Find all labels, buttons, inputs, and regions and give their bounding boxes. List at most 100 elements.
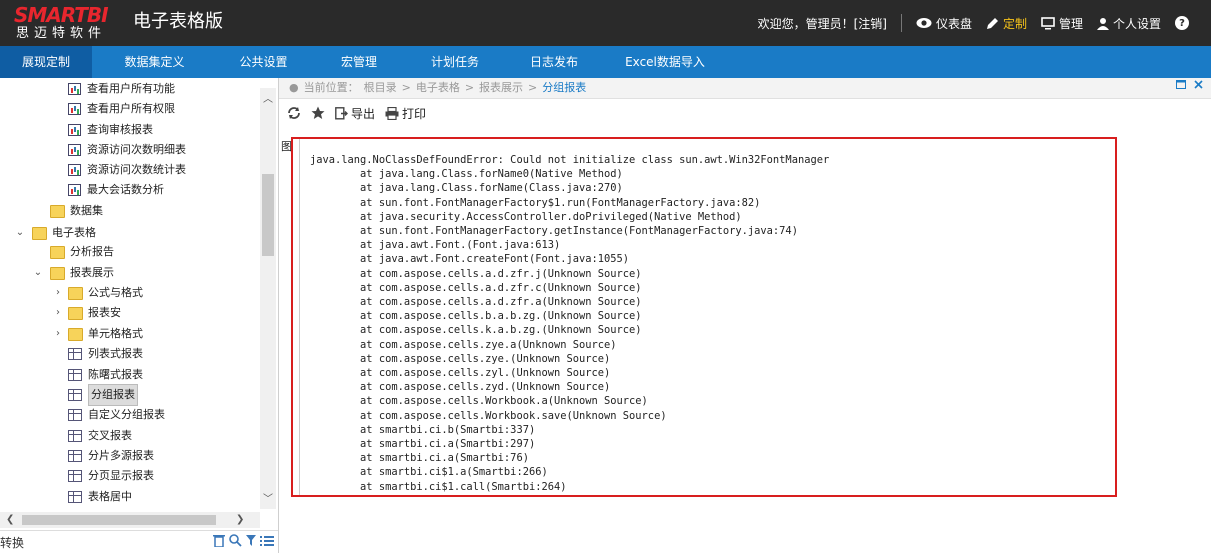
eye-icon [916, 18, 932, 28]
nav-item-common-settings[interactable]: 公共设置 [217, 46, 310, 78]
logo-main-text: SMARTBI [14, 3, 109, 27]
customize-link[interactable]: 定制 [986, 15, 1027, 32]
tree-horizontal-scrollbar[interactable]: ❮ ❯ [0, 512, 260, 528]
tree-item[interactable]: 表格居中 [68, 487, 132, 507]
logo-sub-text: 思迈特软件 [16, 26, 107, 41]
tree-item[interactable]: 数据集 [50, 201, 103, 221]
table-report-icon [68, 491, 82, 503]
main-nav: 展现定制 数据集定义 公共设置 宏管理 计划任务 日志发布 Excel数据导入 [0, 46, 1211, 78]
nav-item-macro[interactable]: 宏管理 [310, 46, 408, 78]
table-report-icon [68, 348, 82, 360]
tree-item[interactable]: › 公式与格式 [52, 283, 143, 303]
customize-label: 定制 [1002, 16, 1027, 31]
scrollbar-thumb[interactable] [262, 174, 274, 256]
breadcrumb-sep: > [528, 81, 538, 94]
scrollbar-thumb[interactable] [22, 515, 216, 525]
resource-tree-panel: 查看用户所有功能 查看用户所有权限 查询审核报表 资源访问次数明细表 资源访问次… [0, 78, 279, 553]
report-icon [68, 164, 81, 176]
scroll-left-icon[interactable]: ❮ [6, 512, 14, 528]
breadcrumb-current: 分组报表 [542, 81, 587, 94]
dashboard-link[interactable]: 仪表盘 [916, 15, 972, 32]
table-report-icon [68, 409, 82, 421]
report-icon [68, 103, 81, 115]
chevron-down-icon[interactable]: ⌄ [32, 263, 44, 283]
manage-label: 管理 [1058, 16, 1083, 31]
tree-item-selected[interactable]: 分组报表 [68, 384, 138, 406]
folder-icon [68, 306, 83, 320]
nav-item-schedule[interactable]: 计划任务 [408, 46, 502, 78]
chevron-right-icon[interactable]: › [52, 303, 64, 323]
help-icon[interactable]: ? [1175, 16, 1189, 30]
tree-item[interactable]: › 报表安 [52, 303, 121, 323]
welcome-text[interactable]: 欢迎您，管理员！[注销] [758, 15, 887, 32]
breadcrumb-path: ● 当前位置： 根目录 > 电子表格 > 报表展示 > 分组报表 [289, 78, 586, 98]
tree-item[interactable]: 最大会话数分析 [68, 180, 164, 200]
list-icon[interactable] [260, 534, 274, 547]
resource-tree: 查看用户所有功能 查看用户所有权限 查询审核报表 资源访问次数明细表 资源访问次… [0, 78, 260, 509]
window-controls [1176, 80, 1203, 89]
close-icon[interactable] [1194, 80, 1203, 89]
maximize-icon[interactable] [1176, 80, 1186, 89]
chevron-right-icon[interactable]: › [52, 324, 64, 344]
chevron-down-icon[interactable]: ⌄ [14, 223, 26, 243]
export-button[interactable]: 导出 [335, 105, 375, 122]
tree-item[interactable]: ⌄ 电子表格 [14, 223, 96, 243]
error-content: java.lang.NoClassDefFoundError: Could no… [299, 139, 1115, 495]
search-icon[interactable] [229, 534, 242, 547]
filter-icon[interactable] [246, 534, 256, 547]
tree-item[interactable]: 列表式报表 [68, 344, 143, 364]
tree-item[interactable]: 资源访问次数统计表 [68, 160, 186, 180]
tree-item[interactable]: 交叉报表 [68, 426, 132, 446]
breadcrumb-root[interactable]: 根目录 [364, 78, 397, 98]
tree-item[interactable]: 分片多源报表 [68, 446, 154, 466]
table-report-icon [68, 389, 82, 401]
user-icon [1096, 17, 1109, 30]
tree-vertical-scrollbar[interactable]: ︿ ﹀ [260, 88, 276, 509]
print-label: 打印 [402, 106, 427, 121]
tree-footer: 转换 [0, 530, 278, 553]
tree-item[interactable]: 查询审核报表 [68, 120, 153, 140]
folder-icon [68, 327, 83, 341]
tree-item[interactable]: 自定义分组报表 [68, 405, 165, 425]
report-icon [68, 144, 81, 156]
app-header: SMARTBI 思迈特软件 电子表格版 欢迎您，管理员！[注销] 仪表盘 定制 … [0, 0, 1211, 46]
report-icon [68, 124, 81, 136]
print-button[interactable]: 打印 [385, 105, 426, 122]
tree-item[interactable]: 陈曙式报表 [68, 365, 143, 385]
table-report-icon [68, 450, 82, 462]
breadcrumb-sep: > [464, 81, 475, 94]
nav-item-presentation[interactable]: 展现定制 [0, 46, 92, 78]
scroll-up-icon[interactable]: ︿ [260, 92, 276, 108]
nav-item-excel-import[interactable]: Excel数据导入 [606, 46, 724, 78]
folder-icon [68, 286, 83, 300]
tree-item[interactable]: 查看用户所有权限 [68, 99, 175, 119]
monitor-icon [1041, 16, 1055, 29]
personal-settings-link[interactable]: 个人设置 [1096, 15, 1161, 32]
report-icon [68, 83, 81, 95]
tree-item[interactable]: 分析报告 [50, 242, 114, 262]
star-icon[interactable] [311, 106, 325, 120]
tree-item[interactable]: 分页显示报表 [68, 466, 154, 486]
chevron-right-icon[interactable]: › [52, 283, 64, 303]
nav-item-dataset[interactable]: 数据集定义 [92, 46, 217, 78]
trash-icon[interactable] [213, 534, 225, 547]
scroll-down-icon[interactable]: ﹀ [260, 492, 276, 508]
error-stack-trace: java.lang.NoClassDefFoundError: Could no… [310, 154, 830, 493]
breadcrumb-spreadsheet[interactable]: 电子表格 [416, 78, 460, 98]
breadcrumb-report-show[interactable]: 报表展示 [479, 78, 523, 98]
table-report-icon [68, 430, 82, 442]
tree-item[interactable]: 资源访问次数明细表 [68, 140, 186, 160]
tree-item[interactable]: › 单元格格式 [52, 324, 143, 344]
tree-item[interactable]: ⌄ 报表展示 [32, 263, 114, 283]
folder-icon [50, 204, 65, 218]
report-icon [68, 184, 81, 196]
scroll-right-icon[interactable]: ❯ [236, 512, 244, 528]
export-label: 导出 [351, 106, 376, 121]
manage-link[interactable]: 管理 [1041, 15, 1083, 32]
tree-item[interactable]: 查看用户所有功能 [68, 79, 175, 99]
refresh-icon[interactable] [287, 106, 301, 120]
dashboard-label: 仪表盘 [935, 16, 972, 31]
report-toolbar: 导出 打印 [279, 99, 1211, 127]
nav-item-log-publish[interactable]: 日志发布 [502, 46, 606, 78]
table-report-icon [68, 470, 82, 482]
